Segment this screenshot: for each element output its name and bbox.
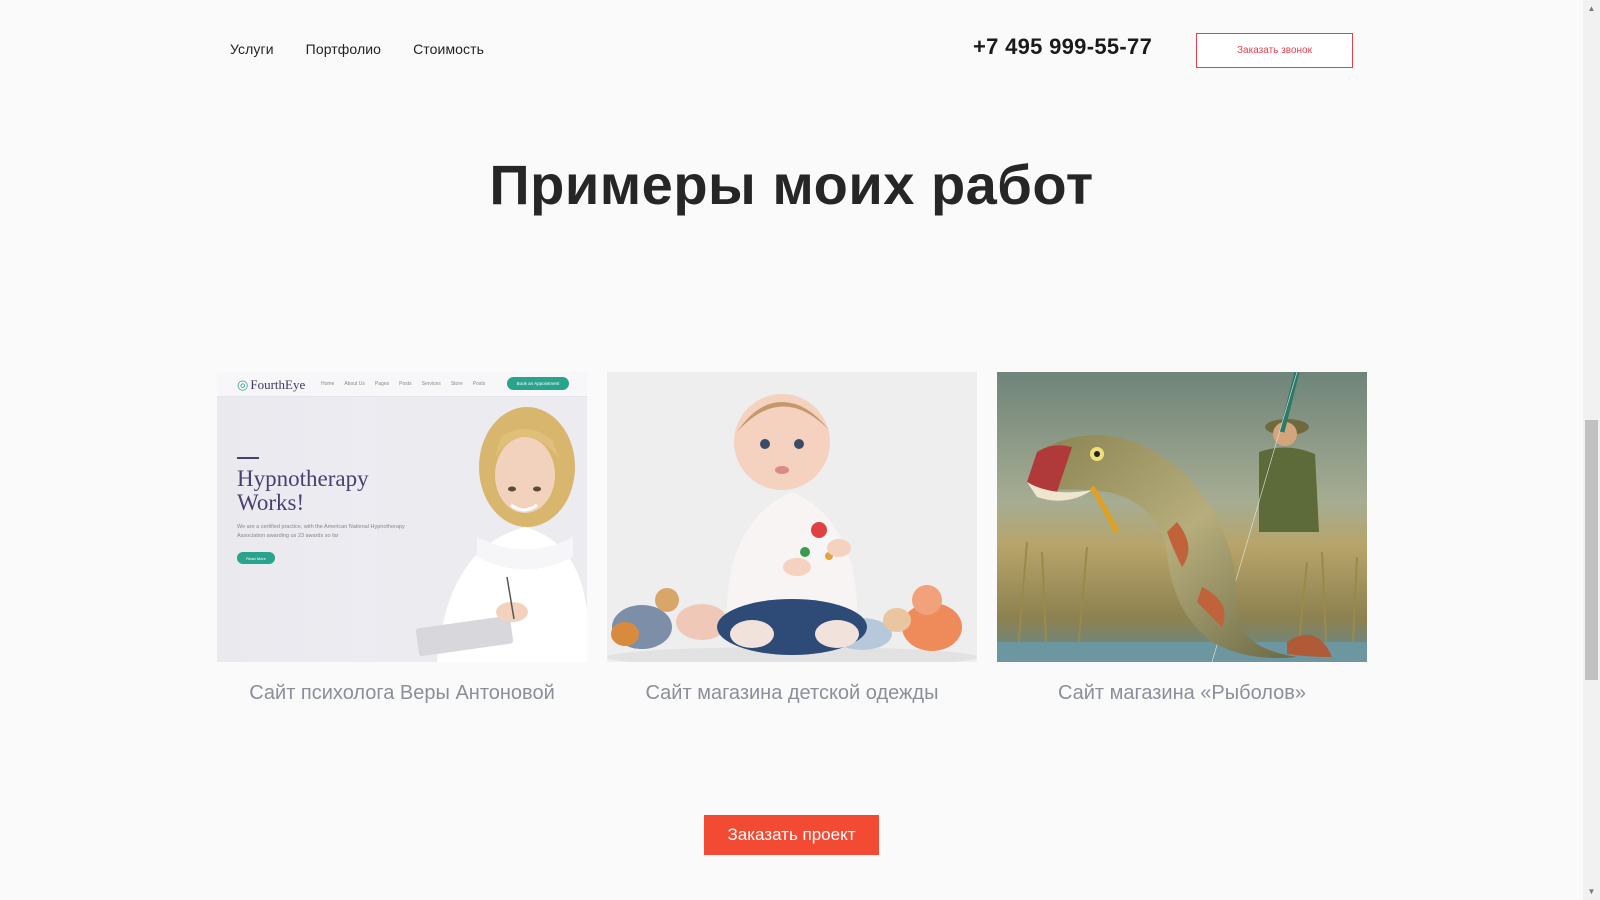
eye-logo-icon: ◎ (237, 377, 249, 392)
mockup-menu: Home About Us Pages Posts Services Store… (321, 381, 485, 387)
mockup-headline-line: Works! (237, 490, 305, 515)
request-callback-button[interactable]: Заказать звонок (1196, 33, 1353, 68)
portfolio-card-fishing-shop[interactable]: Сайт магазина «Рыболов» (997, 372, 1367, 705)
portfolio-card-kids-clothes[interactable]: Сайт магазина детской одежды (607, 372, 977, 705)
portfolio-thumbnail[interactable] (607, 372, 977, 662)
mockup-menu-item: Store (450, 381, 463, 387)
nav-item-pricing[interactable]: Стоимость (413, 41, 484, 57)
mockup-menu-item: Home (321, 381, 335, 387)
mockup-logo: ◎ FourthEye (237, 377, 305, 393)
vertical-scrollbar[interactable]: ▲ ▼ (1583, 0, 1600, 900)
portfolio-caption[interactable]: Сайт психолога Веры Антоновой (217, 682, 587, 705)
mockup-menu-item: Services (421, 381, 441, 387)
mockup-menu-item: Posts (399, 381, 412, 387)
mockup-headline: Hypnotherapy Works! (237, 467, 369, 515)
mockup-logo-text: FourthEye (250, 377, 306, 392)
order-project-button[interactable]: Заказать проект (704, 815, 879, 855)
mockup-read-more-button: Read More (237, 552, 275, 564)
nav-item-services[interactable]: Услуги (230, 41, 274, 57)
scrollbar-thumb[interactable] (1585, 420, 1598, 680)
woman-with-tablet-image (377, 397, 587, 662)
nav-item-portfolio[interactable]: Портфолио (306, 41, 381, 57)
mockup-menu-item: About Us (344, 381, 365, 387)
top-nav: Услуги Портфолио Стоимость (230, 41, 484, 57)
portfolio-thumbnail[interactable] (997, 372, 1367, 662)
portfolio-caption[interactable]: Сайт магазина «Рыболов» (997, 682, 1367, 705)
scroll-up-arrow-icon[interactable]: ▲ (1583, 0, 1600, 17)
pike-and-fisherman-image (997, 372, 1367, 662)
page: Услуги Портфолио Стоимость +7 495 999-55… (0, 0, 1583, 900)
mockup-subtext: We are a certified practice, with the Am… (237, 524, 405, 539)
portfolio-thumbnail[interactable]: ◎ FourthEye Home About Us Pages Posts Ser… (217, 372, 587, 662)
mockup-appointment-button: Book an Appointment (507, 377, 569, 390)
mockup-menu-item: Posts (472, 381, 486, 387)
phone-number[interactable]: +7 495 999-55-77 (973, 34, 1152, 60)
mockup-headline-line: Hypnotherapy (237, 466, 369, 491)
section-title: Примеры моих работ (489, 153, 1094, 216)
portfolio-caption[interactable]: Сайт магазина детской одежды (607, 682, 977, 705)
portfolio-card-psychologist[interactable]: ◎ FourthEye Home About Us Pages Posts Ser… (217, 372, 587, 705)
scroll-down-arrow-icon[interactable]: ▼ (1583, 883, 1600, 900)
mockup-menu-item: Pages (374, 381, 390, 387)
baby-with-toys-image (607, 372, 977, 662)
mockup-accent-line (237, 457, 259, 459)
